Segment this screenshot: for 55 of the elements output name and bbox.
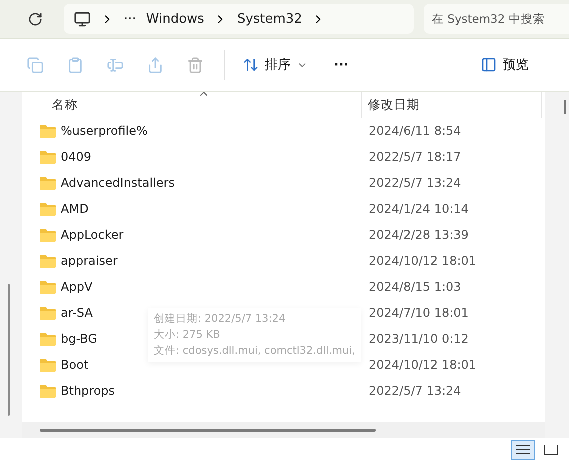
- folder-icon: [40, 384, 56, 398]
- folder-icon: [40, 202, 56, 216]
- file-name[interactable]: AppV: [61, 280, 93, 294]
- address-bar[interactable]: ··· Windows System32: [64, 4, 414, 34]
- file-name[interactable]: 0409: [61, 150, 92, 164]
- file-name[interactable]: AdvancedInstallers: [61, 176, 175, 190]
- modified-date: 2024/8/15 1:03: [368, 280, 462, 294]
- search-field[interactable]: 在 System32 中搜索: [424, 4, 569, 34]
- modified-date: 2024/7/10 18:01: [368, 306, 469, 320]
- modified-date: 2022/5/7 18:17: [368, 150, 462, 164]
- tooltip-line: 大小: 275 KB: [154, 328, 220, 342]
- modified-date: 2022/5/7 13:24: [368, 384, 462, 398]
- modified-date: 2024/2/28 13:39: [368, 228, 469, 242]
- modified-date: 2024/10/12 18:01: [368, 358, 477, 372]
- breadcrumb[interactable]: System32: [237, 12, 302, 26]
- file-name[interactable]: AMD: [61, 202, 89, 216]
- computer-icon: [74, 10, 91, 28]
- folder-icon: [40, 150, 56, 164]
- tooltip-line: 创建日期: 2022/5/7 13:24: [154, 312, 286, 326]
- folder-icon: [40, 124, 56, 138]
- folder-icon: [40, 280, 56, 294]
- folder-icon: [40, 254, 56, 268]
- file-name[interactable]: ar-SA: [61, 306, 93, 320]
- folder-icon: [40, 358, 56, 372]
- list-icon: [516, 445, 530, 455]
- sort-button[interactable]: 排序: [243, 56, 308, 74]
- file-name[interactable]: AppLocker: [61, 228, 124, 242]
- file-name[interactable]: Bthprops: [61, 384, 116, 398]
- overflow-crumb[interactable]: ···: [124, 12, 136, 26]
- column-header[interactable]: 名称: [22, 92, 362, 118]
- scrollbar-thumb[interactable]: [564, 100, 566, 114]
- scrollbar-thumb[interactable]: [40, 428, 376, 432]
- scrollbar-thumb[interactable]: [8, 284, 10, 416]
- file-name[interactable]: Boot: [61, 358, 89, 372]
- breadcrumb[interactable]: Windows: [146, 12, 204, 26]
- panel-icon: [481, 57, 497, 73]
- preview-button[interactable]: 预览: [481, 56, 529, 74]
- modified-date: 2023/11/10 0:12: [368, 332, 469, 346]
- file-name[interactable]: appraiser: [61, 254, 118, 268]
- more-button[interactable]: ···: [334, 58, 349, 72]
- folder-icon: [40, 332, 56, 346]
- view-button[interactable]: [511, 440, 535, 460]
- folder-icon: [40, 228, 56, 242]
- column-header[interactable]: 修改日期: [362, 92, 542, 118]
- modified-date: 2024/10/12 18:01: [368, 254, 477, 268]
- sort-icon: [243, 57, 259, 73]
- tiles-icon: [544, 445, 558, 455]
- modified-date: 2022/5/7 13:24: [368, 176, 462, 190]
- folder-icon: [40, 306, 56, 320]
- folder-icon: [40, 176, 56, 190]
- modified-date: 2024/1/24 10:14: [368, 202, 469, 216]
- file-name[interactable]: bg-BG: [61, 332, 98, 346]
- modified-date: 2024/6/11 8:54: [368, 124, 462, 138]
- file-name[interactable]: %userprofile%: [61, 124, 148, 138]
- tooltip-line: 文件: cdosys.dll.mui, comctl32.dll.mui,: [154, 344, 356, 358]
